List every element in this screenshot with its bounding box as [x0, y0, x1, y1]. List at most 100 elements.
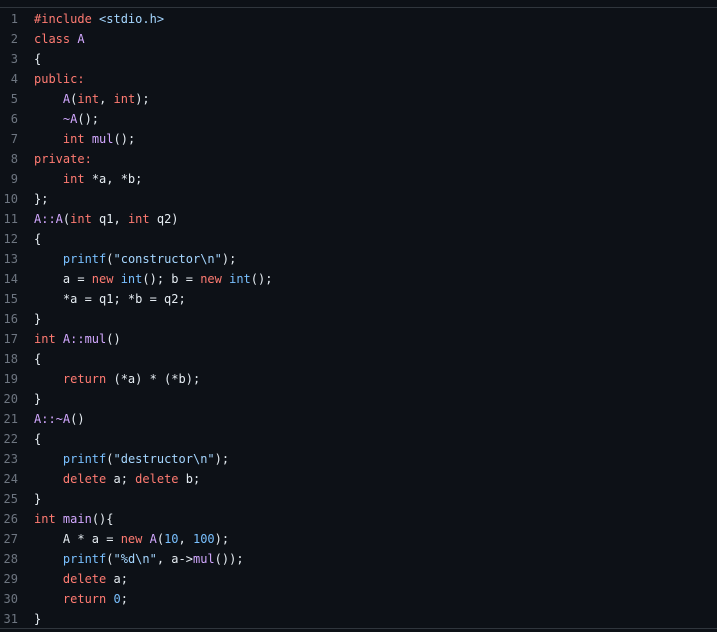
code-token: private: — [34, 152, 92, 166]
code-token: 10 — [164, 532, 179, 546]
code-token: A — [149, 532, 157, 546]
code-line: 18 { — [0, 349, 717, 369]
line-number[interactable]: 26 — [0, 509, 18, 529]
line-number[interactable]: 7 — [0, 129, 18, 149]
line-number[interactable]: 13 — [0, 249, 18, 269]
code-line: 16} — [0, 309, 717, 329]
code-token: () — [106, 332, 121, 346]
code-token: ( — [156, 532, 165, 546]
line-number[interactable]: 25 — [0, 489, 18, 509]
line-number[interactable]: 11 — [0, 209, 18, 229]
code-token: a; — [113, 472, 136, 486]
code-token: q1, — [99, 212, 128, 226]
line-number[interactable]: 23 — [0, 449, 18, 469]
code-line: 12 { — [0, 229, 717, 249]
code-token: { — [34, 232, 42, 246]
line-number[interactable]: 22 — [0, 429, 18, 449]
line-code: int A::mul() — [34, 329, 121, 349]
code-token: ( — [106, 552, 114, 566]
code-line: 19 return (*a) * (*b); — [0, 369, 717, 389]
code-token: int — [34, 332, 63, 346]
line-number[interactable]: 20 — [0, 389, 18, 409]
code-token: delete — [62, 572, 114, 586]
line-number[interactable]: 17 — [0, 329, 18, 349]
line-number[interactable]: 6 — [0, 109, 18, 129]
line-number[interactable]: 30 — [0, 589, 18, 609]
line-number[interactable]: 1 — [0, 9, 18, 29]
code-token: int — [77, 92, 100, 106]
line-number[interactable]: 3 — [0, 49, 18, 69]
code-token: ); — [221, 252, 237, 266]
line-code: return (*a) * (*b); — [34, 369, 200, 389]
code-token: delete — [135, 472, 186, 486]
line-number[interactable]: 14 — [0, 269, 18, 289]
code-token: a = — [34, 272, 92, 286]
line-number[interactable]: 18 — [0, 349, 18, 369]
line-number[interactable]: 2 — [0, 29, 18, 49]
code-line: 24 delete a; delete b; — [0, 469, 717, 489]
code-token: delete — [62, 472, 114, 486]
line-code: int mul(); — [34, 129, 135, 149]
code-token: } — [34, 612, 42, 626]
line-code: private: — [34, 149, 92, 169]
line-number[interactable]: 15 — [0, 289, 18, 309]
code-line: 28 printf("%d\n", a->mul()); — [0, 549, 717, 569]
line-number[interactable]: 28 — [0, 549, 18, 569]
line-code: ~A(); — [34, 109, 99, 129]
line-code: A * a = new A(10, 100); — [34, 529, 229, 549]
code-token: public: — [34, 72, 85, 86]
line-number[interactable]: 19 — [0, 369, 18, 389]
code-line: 31} — [0, 609, 717, 628]
line-number[interactable]: 31 — [0, 609, 18, 628]
code-lines: 1 #include <stdio.h> 2 class A 3{4 public: 5 A… — [0, 8, 717, 628]
code-token: main — [62, 512, 92, 526]
line-number[interactable]: 27 — [0, 529, 18, 549]
line-code: delete a; — [34, 569, 128, 589]
code-token: (){ — [91, 512, 114, 526]
line-code: delete a; delete b; — [34, 469, 200, 489]
code-line: 25} — [0, 489, 717, 509]
code-token: { — [34, 352, 42, 366]
code-token: (); — [77, 112, 100, 126]
line-number[interactable]: 9 — [0, 169, 18, 189]
line-code: { — [34, 349, 41, 369]
line-code: printf("%d\n", a->mul()); — [34, 549, 244, 569]
code-line: 13 printf("constructor\n"); — [0, 249, 717, 269]
code-line: 6 ~A(); — [0, 109, 717, 129]
line-number[interactable]: 5 — [0, 89, 18, 109]
line-code: *a = q1; *b = q2; — [34, 289, 186, 309]
code-line: 2 class A — [0, 29, 717, 49]
code-token: () — [70, 412, 85, 426]
line-number[interactable]: 16 — [0, 309, 18, 329]
code-token: ~A — [62, 112, 78, 126]
code-line: 26 int main(){ — [0, 509, 717, 529]
line-number[interactable]: 10 — [0, 189, 18, 209]
line-code: }; — [34, 189, 48, 209]
code-token: printf — [62, 252, 107, 266]
code-token: "constructor\n" — [113, 252, 222, 266]
line-code: } — [34, 489, 41, 509]
code-line: 27 A * a = new A(10, 100); — [0, 529, 717, 549]
code-token: new — [200, 272, 230, 286]
code-token: new — [120, 532, 150, 546]
code-token: { — [34, 52, 42, 66]
code-token: mul — [91, 132, 114, 146]
line-number[interactable]: 24 — [0, 469, 18, 489]
line-number[interactable]: 8 — [0, 149, 18, 169]
line-number[interactable]: 4 — [0, 69, 18, 89]
line-code: int main(){ — [34, 509, 114, 529]
code-line: 11 A::A(int q1, int q2) — [0, 209, 717, 229]
line-number[interactable]: 12 — [0, 229, 18, 249]
code-token: b; — [185, 472, 201, 486]
code-token: *a = q1; *b = q2; — [34, 292, 186, 306]
code-token: int — [70, 212, 100, 226]
line-number[interactable]: 21 — [0, 409, 18, 429]
line-number[interactable]: 29 — [0, 569, 18, 589]
